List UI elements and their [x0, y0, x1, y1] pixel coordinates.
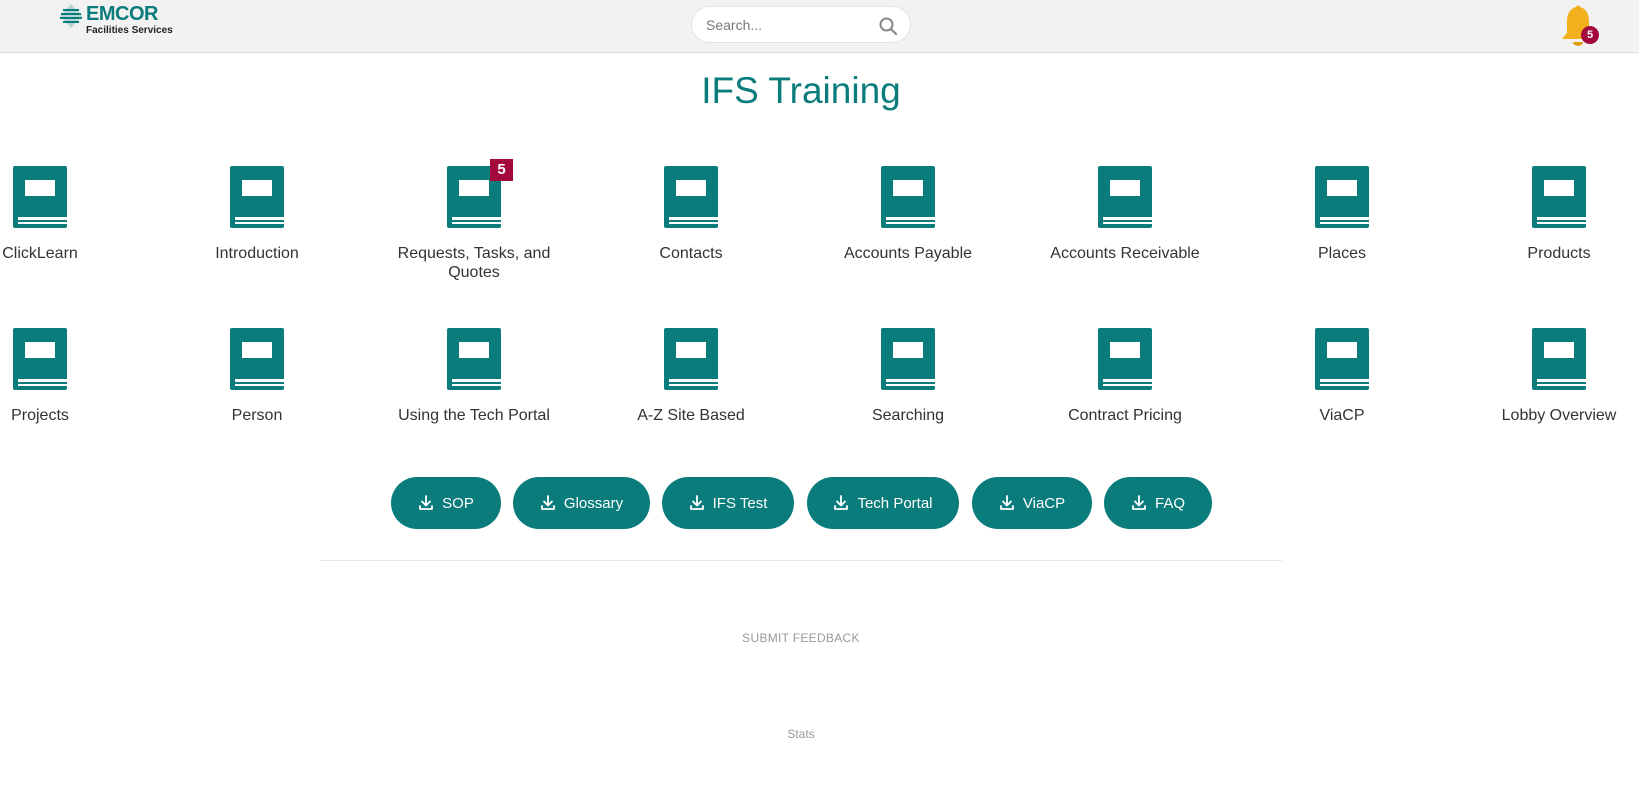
- book-icon: [664, 328, 718, 390]
- module-tile[interactable]: Projects: [0, 328, 140, 425]
- module-badge: 5: [490, 159, 513, 181]
- module-label: Using the Tech Portal: [398, 407, 550, 424]
- module-tile[interactable]: ClickLearn: [0, 166, 140, 263]
- logo-wordmark: EMCOR: [86, 3, 158, 25]
- stats-link[interactable]: Stats: [0, 727, 1602, 741]
- module-label: Products: [1527, 245, 1591, 262]
- logo-subtitle: Facilities Services: [86, 25, 173, 36]
- book-icon: [1098, 328, 1152, 390]
- module-tile[interactable]: Contract Pricing: [1025, 328, 1225, 425]
- book-icon: [447, 328, 501, 390]
- module-tile[interactable]: ViaCP: [1242, 328, 1442, 425]
- download-label: Glossary: [563, 494, 624, 512]
- search-input[interactable]: [706, 16, 876, 34]
- module-tile[interactable]: Accounts Payable: [808, 166, 1008, 263]
- module-label: A-Z Site Based: [637, 407, 745, 424]
- module-tile[interactable]: Lobby Overview: [1459, 328, 1639, 425]
- download-icon: [689, 495, 704, 510]
- module-tile[interactable]: Contacts: [591, 166, 791, 263]
- download-label: IFS Test: [712, 494, 768, 512]
- download-label: ViaCP: [1022, 494, 1066, 512]
- module-tile[interactable]: Using the Tech Portal: [374, 328, 574, 425]
- top-bar: EMCOR Facilities Services 5: [0, 0, 1639, 53]
- module-label: Projects: [11, 407, 69, 424]
- module-label: Places: [1317, 245, 1367, 262]
- book-icon: [1315, 328, 1369, 390]
- module-label: Contract Pricing: [1068, 407, 1182, 424]
- book-icon: [881, 166, 935, 228]
- download-icon: [834, 495, 849, 510]
- module-tile[interactable]: Products: [1459, 166, 1639, 263]
- module-tile[interactable]: A-Z Site Based: [591, 328, 791, 425]
- submit-feedback-link[interactable]: SUBMIT FEEDBACK: [0, 631, 1602, 645]
- module-label: Searching: [871, 407, 945, 424]
- emcor-diamond-icon: [60, 4, 82, 28]
- search-box: [691, 6, 911, 43]
- module-label: Person: [231, 407, 283, 424]
- module-label: Introduction: [215, 245, 299, 262]
- download-icon: [541, 495, 555, 510]
- module-label: Contacts: [659, 245, 723, 262]
- book-icon: [230, 328, 284, 390]
- download-icon: [1132, 495, 1146, 510]
- download-label: Tech Portal: [857, 494, 933, 512]
- notification-count-badge: 5: [1581, 26, 1599, 44]
- download-tech-portal-button[interactable]: Tech Portal: [807, 477, 959, 529]
- book-icon: [1532, 166, 1586, 228]
- search-icon[interactable]: [878, 16, 898, 36]
- download-icon: [999, 495, 1014, 510]
- download-label: SOP: [442, 494, 474, 512]
- module-tile[interactable]: Searching: [808, 328, 1008, 425]
- module-label: Accounts Receivable: [1050, 245, 1200, 262]
- module-label: Requests, Tasks, and Quotes: [397, 245, 551, 281]
- module-label: ClickLearn: [2, 245, 78, 262]
- module-tile[interactable]: Introduction: [157, 166, 357, 263]
- module-tile[interactable]: Requests, Tasks, and Quotes: [374, 166, 574, 282]
- book-icon: [664, 166, 718, 228]
- emcor-logo[interactable]: EMCOR Facilities Services: [60, 2, 180, 42]
- download-ifs-test-button[interactable]: IFS Test: [662, 477, 794, 529]
- module-tile[interactable]: Accounts Receivable: [1025, 166, 1225, 263]
- book-icon: [1098, 166, 1152, 228]
- download-faq-button[interactable]: FAQ: [1104, 477, 1212, 529]
- module-tile[interactable]: Person: [157, 328, 357, 425]
- book-icon: [881, 328, 935, 390]
- download-sop-button[interactable]: SOP: [391, 477, 501, 529]
- module-label: ViaCP: [1319, 407, 1365, 424]
- download-buttons: SOP Glossary IFS Test Tech Portal ViaCP FAQ: [0, 477, 1639, 529]
- book-icon: [13, 166, 67, 228]
- book-icon: [1532, 328, 1586, 390]
- module-label: Accounts Payable: [843, 245, 973, 262]
- book-icon: [13, 328, 67, 390]
- download-glossary-button[interactable]: Glossary: [513, 477, 650, 529]
- module-tile[interactable]: Places: [1242, 166, 1442, 263]
- download-icon: [419, 495, 434, 510]
- download-label: FAQ: [1154, 494, 1185, 512]
- module-label: Lobby Overview: [1501, 407, 1617, 424]
- download-viacp-button[interactable]: ViaCP: [972, 477, 1092, 529]
- page-title: IFS Training: [701, 70, 901, 111]
- book-icon: [230, 166, 284, 228]
- book-icon: [1315, 166, 1369, 228]
- divider: [320, 560, 1282, 561]
